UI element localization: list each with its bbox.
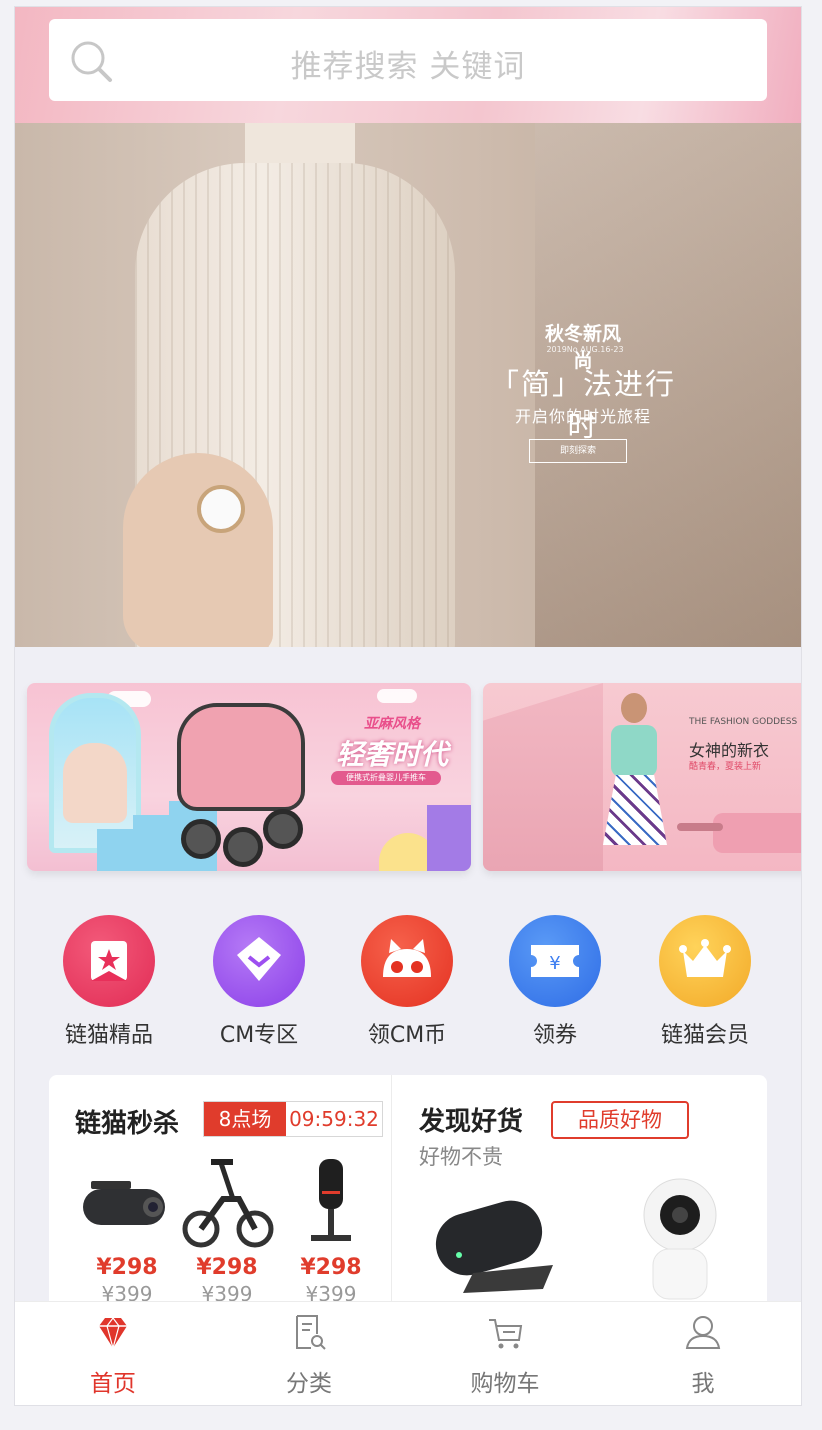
product-price: ¥298: [300, 1255, 362, 1280]
shortcut-cm-zone[interactable]: CM专区: [185, 915, 333, 1049]
countdown: 09:59:32: [289, 1107, 379, 1131]
cart-icon: [485, 1312, 525, 1352]
bookmark-star-icon: [63, 915, 155, 1007]
tab-label: 首页: [90, 1371, 136, 1397]
top-bar: 推荐搜索 关键词: [15, 7, 801, 123]
model-arm: [123, 453, 273, 647]
banner-tag: 酷青春，夏装上新: [689, 762, 762, 772]
bottom-tab-bar: 首页 分类 购物车 我: [15, 1301, 801, 1405]
user-icon: [683, 1312, 723, 1352]
tab-category[interactable]: 分类: [211, 1312, 407, 1398]
shortcut-cm-coin[interactable]: 领CM币: [333, 915, 481, 1049]
hero-subtitle: 开启你的时光旅程: [514, 407, 651, 426]
banner-headline-big: 轻奢时代: [335, 738, 448, 771]
shortcut-label: 链猫精品: [64, 1023, 153, 1048]
model-image: [601, 693, 667, 871]
shortcut-label: CM专区: [219, 1023, 299, 1048]
banner-headline: 女神的新衣: [689, 741, 770, 760]
document-search-icon: [289, 1312, 329, 1352]
diamond-icon: [213, 915, 305, 1007]
discover-title[interactable]: 发现好货: [419, 1101, 523, 1138]
flash-sale-title[interactable]: 链猫秒杀: [75, 1103, 179, 1140]
tab-home[interactable]: 首页: [15, 1312, 211, 1398]
dashcam-image: [77, 1155, 177, 1251]
promo-banner-stroller[interactable]: 亚麻风格 轻奢时代 便携式折叠婴儿手推车: [27, 683, 471, 871]
product-card[interactable]: ¥298 ¥399: [177, 1155, 277, 1306]
app-screen: 推荐搜索 关键词 秋冬新风尚 2019No AUG.16-23 「简」法进行时 …: [14, 6, 802, 1406]
tab-cart[interactable]: 购物车: [407, 1312, 603, 1398]
search-placeholder: 推荐搜索 关键词: [290, 49, 526, 85]
shortcut-coupon[interactable]: ¥ 领券: [481, 915, 629, 1049]
discover-subtitle: 好物不贵: [419, 1145, 503, 1169]
camera-image[interactable]: [635, 1175, 725, 1315]
shortcut-label: 领CM币: [367, 1023, 447, 1048]
cat-face-icon: [361, 915, 453, 1007]
shortcut-label: 领券: [532, 1023, 577, 1048]
deal-cards: 链猫秒杀 8点场 09:59:32 ¥298 ¥399 ¥298 ¥399 ¥2…: [49, 1075, 767, 1315]
shortcut-member[interactable]: 链猫会员: [631, 915, 779, 1049]
banner-tag: 便携式折叠婴儿手推车: [331, 771, 441, 785]
product-card[interactable]: ¥298 ¥399: [281, 1155, 381, 1306]
flash-sale-timer: 8点场 09:59:32: [203, 1101, 383, 1137]
shortcut-jingpin[interactable]: 链猫精品: [35, 915, 183, 1049]
session-label: 8点场: [204, 1102, 286, 1136]
microphone-image: [281, 1155, 381, 1251]
tab-me[interactable]: 我: [605, 1312, 801, 1398]
promo-banner-fashion[interactable]: THE FASHION GODDESS 女神的新衣 酷青春，夏装上新: [483, 683, 801, 871]
purple-block: [427, 805, 471, 871]
product-card[interactable]: ¥298 ¥399: [77, 1155, 177, 1306]
speaker-image[interactable]: [423, 1193, 563, 1303]
hero-banner[interactable]: 秋冬新风尚 2019No AUG.16-23 「简」法进行时 开启你的时光旅程 …: [15, 123, 801, 647]
banner-eyebrow: THE FASHION GODDESS: [689, 717, 798, 727]
diamond-home-icon: [93, 1312, 133, 1352]
crown-icon: [659, 915, 751, 1007]
e-bike-image: [177, 1155, 277, 1251]
search-bar[interactable]: 推荐搜索 关键词: [49, 19, 767, 101]
stroller-image: [177, 703, 305, 811]
product-price: ¥298: [96, 1255, 158, 1280]
quality-badge[interactable]: 品质好物: [551, 1101, 689, 1139]
watch-image: [197, 485, 245, 533]
tab-label: 购物车: [470, 1371, 540, 1397]
shortcut-label: 链猫会员: [660, 1023, 749, 1048]
sofa-image: [713, 813, 801, 853]
banner-headline-small: 亚麻风格: [364, 716, 420, 732]
svg-text:¥: ¥: [549, 953, 560, 974]
hero-date: 2019No AUG.16-23: [546, 345, 624, 354]
tab-label: 我: [691, 1371, 715, 1397]
hero-cta-button[interactable]: 即刻探索: [529, 439, 627, 463]
tab-label: 分类: [286, 1371, 332, 1397]
coupon-yen-icon: ¥: [509, 915, 601, 1007]
baby-image: [63, 743, 127, 823]
shortcut-grid: 链猫精品 CM专区 领CM币 ¥ 领券 链猫会员: [15, 915, 801, 1065]
product-price: ¥298: [196, 1255, 258, 1280]
